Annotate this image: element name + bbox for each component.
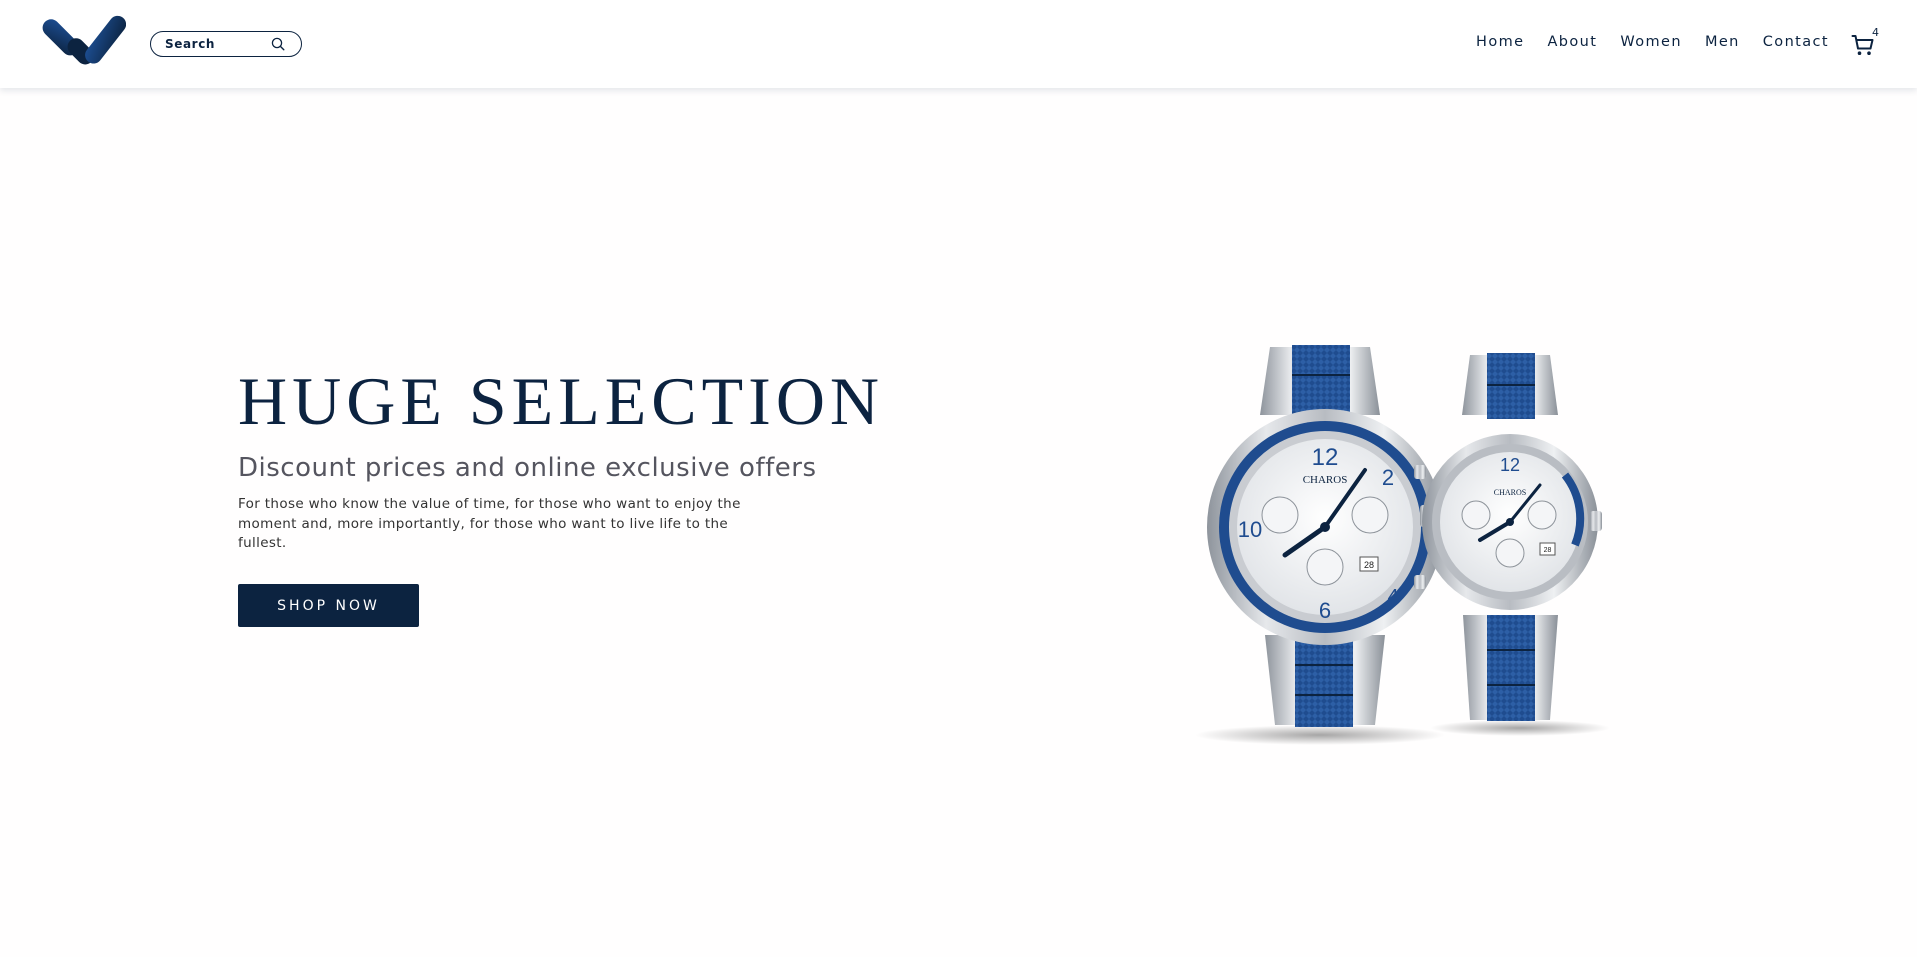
- cart-count-badge: 4: [1872, 26, 1879, 39]
- watches-product-image: 12 10 2 4 6 CHAROS 28 12 CHAROS 28: [1195, 345, 1610, 745]
- nav-women[interactable]: Women: [1620, 34, 1682, 50]
- svg-text:4: 4: [1387, 586, 1398, 608]
- nav-men[interactable]: Men: [1705, 34, 1740, 50]
- hero-description: For those who know the value of time, fo…: [238, 496, 741, 551]
- svg-text:12: 12: [1500, 455, 1520, 475]
- svg-text:2: 2: [1382, 465, 1394, 490]
- nav-contact[interactable]: Contact: [1763, 34, 1829, 50]
- hero-text-block: HUGE SELECTION Discount prices and onlin…: [238, 362, 958, 554]
- nav-home[interactable]: Home: [1476, 34, 1524, 50]
- hero-title: HUGE SELECTION: [238, 363, 885, 439]
- main-nav: Home About Women Men Contact: [1476, 34, 1829, 50]
- nav-about[interactable]: About: [1547, 34, 1597, 50]
- search-box: [150, 31, 302, 57]
- site-header: Home About Women Men Contact 4: [0, 0, 1917, 88]
- search-input[interactable]: [165, 35, 265, 53]
- hero-subtitle: Discount prices and online exclusive off…: [238, 453, 817, 483]
- svg-text:6: 6: [1319, 598, 1331, 623]
- svg-text:CHAROS: CHAROS: [1494, 488, 1526, 497]
- svg-text:28: 28: [1364, 560, 1374, 570]
- svg-text:CHAROS: CHAROS: [1303, 474, 1348, 486]
- search-icon[interactable]: [271, 37, 285, 51]
- svg-text:12: 12: [1312, 444, 1339, 471]
- svg-text:10: 10: [1238, 517, 1262, 542]
- shop-now-button[interactable]: SHOP NOW: [238, 584, 419, 627]
- svg-text:28: 28: [1544, 547, 1552, 554]
- brand-logo[interactable]: [40, 13, 126, 73]
